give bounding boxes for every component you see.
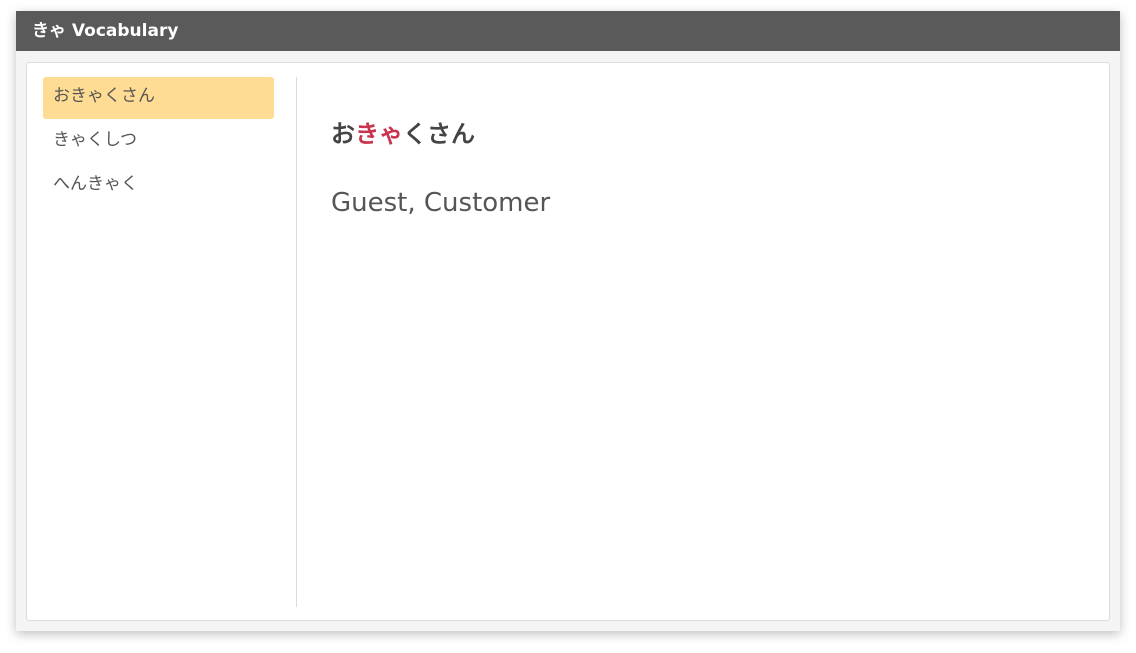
list-item-okyakusan[interactable]: おきゃくさん [43, 77, 274, 119]
main-panel: おきゃくさん きゃくしつ へんきゃく おきゃくさん Guest, Custome… [26, 62, 1110, 621]
word-meaning: Guest, Customer [331, 188, 551, 218]
word-detail: おきゃくさん Guest, Customer [331, 117, 1091, 221]
list-item-kyakushitsu[interactable]: きゃくしつ [43, 121, 274, 163]
word-suffix: くさん [403, 120, 475, 148]
app-window: きゃ Vocabulary おきゃくさん きゃくしつ へんきゃく おきゃくさん … [16, 11, 1120, 631]
word-prefix: お [331, 120, 355, 148]
vocabulary-list: おきゃくさん きゃくしつ へんきゃく [43, 77, 274, 209]
panel-divider [296, 77, 297, 607]
word-highlight: きゃ [355, 120, 403, 148]
list-item-henkyaku[interactable]: へんきゃく [43, 165, 274, 207]
window-title: きゃ Vocabulary [16, 11, 1120, 51]
word-heading: おきゃくさん [331, 117, 1091, 151]
